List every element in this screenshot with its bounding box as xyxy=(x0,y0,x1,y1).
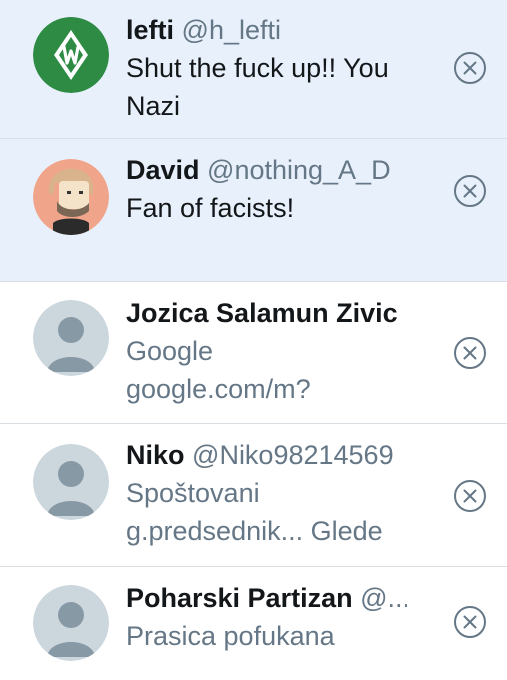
notification-list: lefti @h_lefti Shut the fuck up!! You Na… xyxy=(0,0,507,680)
avatar[interactable] xyxy=(33,444,109,520)
notification-header: Niko @Niko98214569 xyxy=(126,436,407,474)
default-profile-icon xyxy=(33,300,109,376)
user-name[interactable]: Jozica Salamun Zivic xyxy=(126,298,398,328)
close-circle-icon[interactable] xyxy=(453,479,487,513)
notification-text: Jozica Salamun Zivic @ Google google.com… xyxy=(126,294,407,408)
default-profile-icon xyxy=(33,444,109,520)
avatar[interactable] xyxy=(33,159,109,235)
notification-row[interactable]: Jozica Salamun Zivic @ Google google.com… xyxy=(0,282,507,424)
notification-row[interactable]: Niko @Niko98214569 Spoštovani g.predsedn… xyxy=(0,424,507,567)
message-line: g.predsednik... Glede xyxy=(126,516,383,546)
avatar[interactable] xyxy=(33,585,109,661)
user-handle: @h_lefti xyxy=(181,15,281,45)
close-circle-icon[interactable] xyxy=(453,51,487,85)
notification-header: Jozica Salamun Zivic @ xyxy=(126,294,407,332)
user-name[interactable]: David xyxy=(126,155,200,185)
avatar[interactable] xyxy=(33,17,109,93)
notification-text: Niko @Niko98214569 Spoštovani g.predsedn… xyxy=(126,436,407,550)
notification-text: David @nothing_A_D Fan of facists! xyxy=(126,151,407,227)
message-line: google.com/m? xyxy=(126,374,311,404)
user-name[interactable]: Poharski Partizan xyxy=(126,583,353,613)
user-handle: @Niko98214569 xyxy=(192,440,394,470)
avatar[interactable] xyxy=(33,300,109,376)
message-line: Google xyxy=(126,336,214,366)
user-name[interactable]: lefti xyxy=(126,15,174,45)
notification-row[interactable]: David @nothing_A_D Fan of facists! xyxy=(0,139,507,282)
notification-text: lefti @h_lefti Shut the fuck up!! You Na… xyxy=(126,11,407,125)
cartoon-portrait-icon xyxy=(33,159,109,235)
message-line: Prasica pofukana xyxy=(126,621,335,651)
message-line: Fan of facists! xyxy=(126,193,295,223)
close-circle-icon[interactable] xyxy=(453,605,487,639)
notification-row[interactable]: Poharski Partizan @... Prasica pofukana xyxy=(0,567,507,680)
user-handle: @ xyxy=(405,298,407,328)
notification-header: Poharski Partizan @... xyxy=(126,579,407,617)
close-circle-icon[interactable] xyxy=(453,174,487,208)
default-profile-icon xyxy=(33,585,109,661)
notification-header: lefti @h_lefti xyxy=(126,11,407,49)
notification-header: David @nothing_A_D xyxy=(126,151,407,189)
werder-bremen-logo-icon xyxy=(33,17,109,93)
notification-row[interactable]: lefti @h_lefti Shut the fuck up!! You Na… xyxy=(0,0,507,139)
message-line: Spoštovani xyxy=(126,478,260,508)
message-line: Shut the fuck up!! You xyxy=(126,53,389,83)
user-name[interactable]: Niko xyxy=(126,440,185,470)
notification-text: Poharski Partizan @... Prasica pofukana xyxy=(126,579,407,655)
close-circle-icon[interactable] xyxy=(453,336,487,370)
message-line: Nazi xyxy=(126,91,181,121)
user-handle: @nothing_A_D xyxy=(207,155,391,185)
user-handle: @... xyxy=(360,583,407,613)
